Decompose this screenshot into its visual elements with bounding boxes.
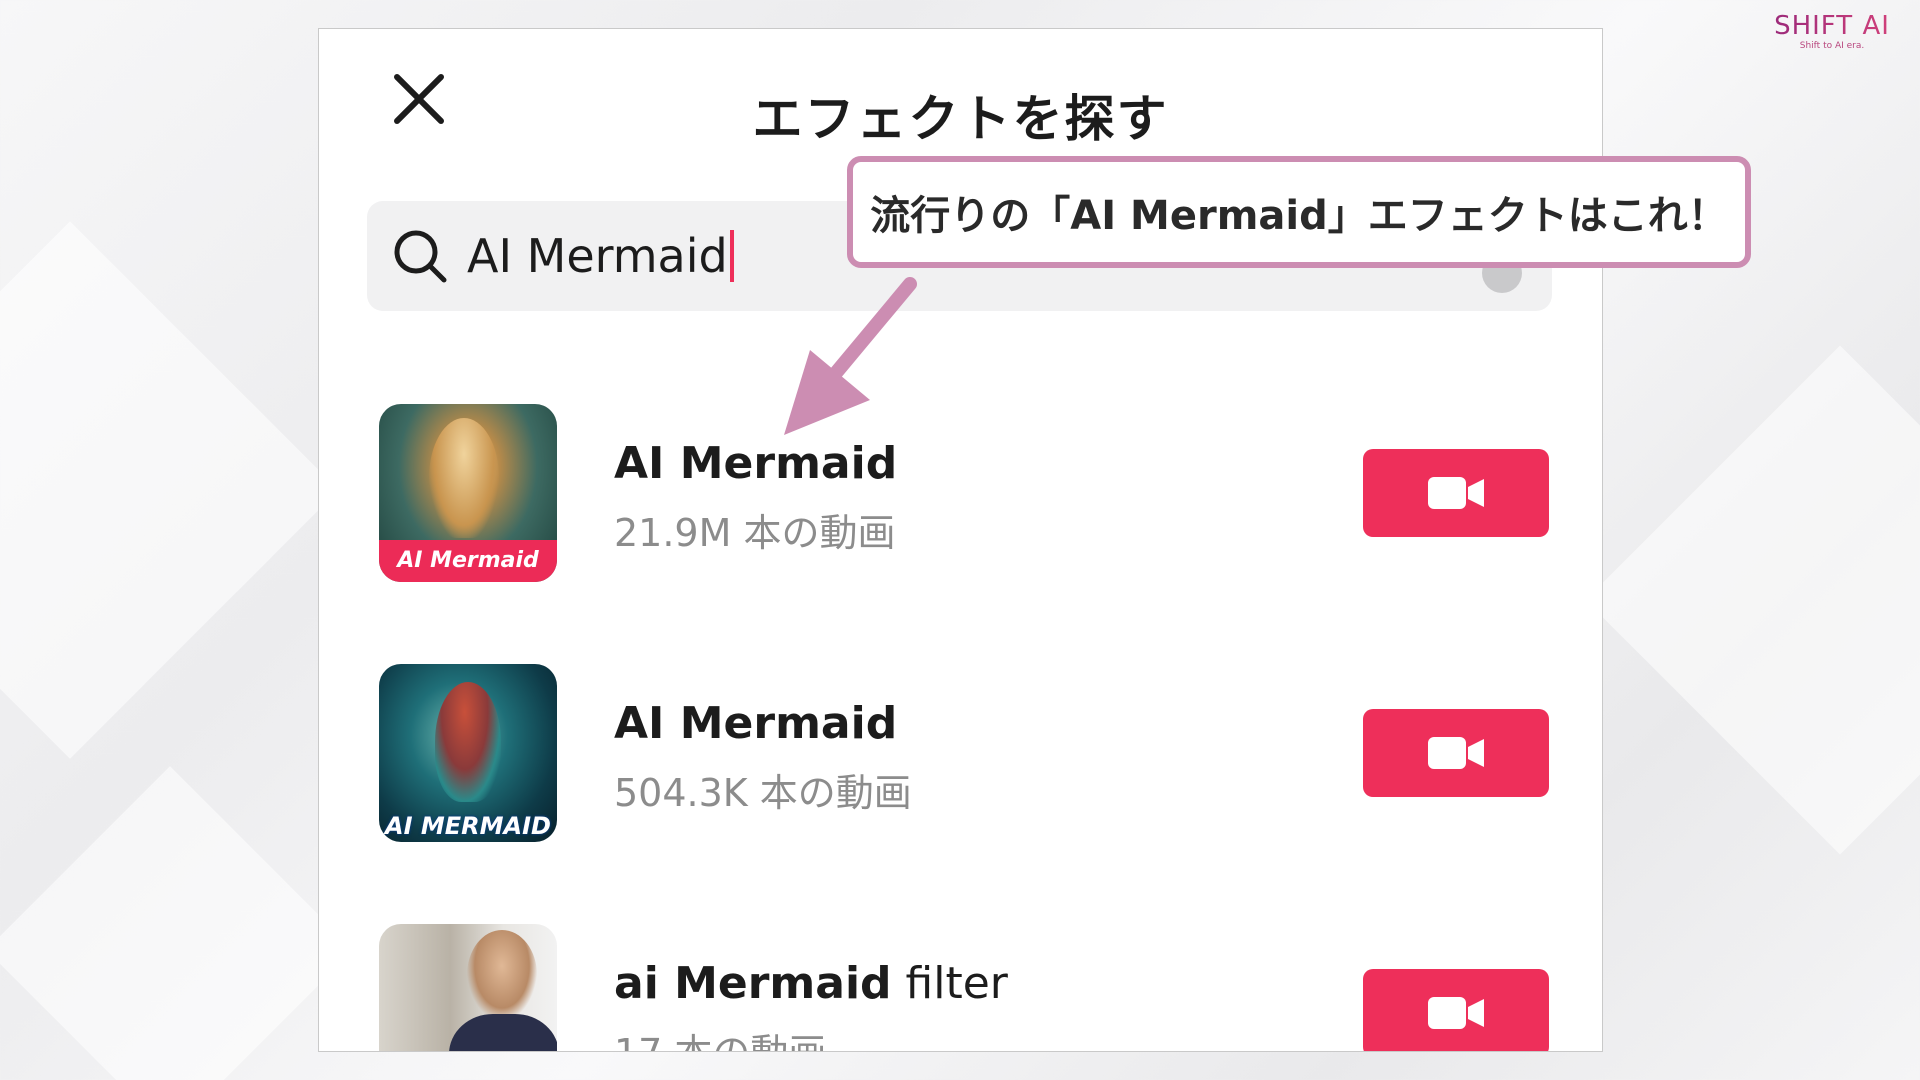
thumbnail-label: AI MERMAID — [385, 812, 551, 840]
result-title-main: ai Mermaid — [614, 958, 892, 1009]
effect-thumbnail: AI Mermaid — [379, 404, 557, 582]
use-effect-button[interactable] — [1363, 449, 1549, 537]
effect-thumbnail — [379, 924, 557, 1051]
result-row[interactable]: AI Mermaid AI Mermaid 21.9M 本の動画 — [379, 404, 1549, 584]
search-input-value: AI Mermaid — [467, 229, 728, 283]
result-title-suffix: filter — [905, 958, 1008, 1009]
result-row[interactable]: AI MERMAID AI Mermaid 504.3K 本の動画 — [379, 664, 1549, 844]
background-facet — [1585, 345, 1920, 855]
video-camera-icon — [1428, 737, 1484, 769]
mermaid-figure — [435, 682, 501, 802]
person-figure — [467, 930, 537, 1020]
background-facet — [0, 221, 339, 759]
result-video-count: 504.3K 本の動画 — [614, 771, 912, 815]
search-input[interactable]: AI Mermaid — [467, 227, 734, 285]
video-camera-icon — [1428, 477, 1484, 509]
close-icon — [394, 74, 444, 124]
mermaid-figure — [429, 418, 499, 538]
use-effect-button[interactable] — [1363, 709, 1549, 797]
result-title-main: AI Mermaid — [614, 698, 898, 749]
callout-text: 流行りの「AI Mermaid」エフェクトはこれ！ — [870, 193, 1728, 239]
brand-logo: SHIFT AI Shift to AI era. — [1772, 12, 1892, 52]
text-caret — [729, 230, 734, 282]
brand-name: SHIFT AI — [1772, 12, 1892, 40]
annotation-callout: 流行りの「AI Mermaid」エフェクトはこれ！ — [847, 156, 1751, 268]
result-video-count: 17 本の動画 — [614, 1022, 826, 1051]
video-camera-icon — [1428, 997, 1484, 1029]
callout-arrow-icon — [784, 277, 917, 435]
result-row[interactable]: ai Mermaid filter 17 本の動画 — [379, 924, 1549, 1051]
search-icon — [394, 230, 447, 283]
result-title: AI Mermaid — [614, 698, 897, 749]
effect-thumbnail: AI MERMAID — [379, 664, 557, 842]
background-facet — [0, 766, 354, 1080]
result-video-count: 21.9M 本の動画 — [614, 511, 896, 555]
brand-tagline: Shift to AI era. — [1799, 41, 1865, 51]
result-title: ai Mermaid filter — [614, 958, 1008, 1009]
page-title: エフェクトを探す — [752, 90, 1169, 148]
use-effect-button[interactable] — [1363, 969, 1549, 1051]
person-body — [449, 1014, 557, 1051]
close-button[interactable] — [389, 69, 449, 129]
thumbnail-label: AI Mermaid — [379, 540, 557, 582]
